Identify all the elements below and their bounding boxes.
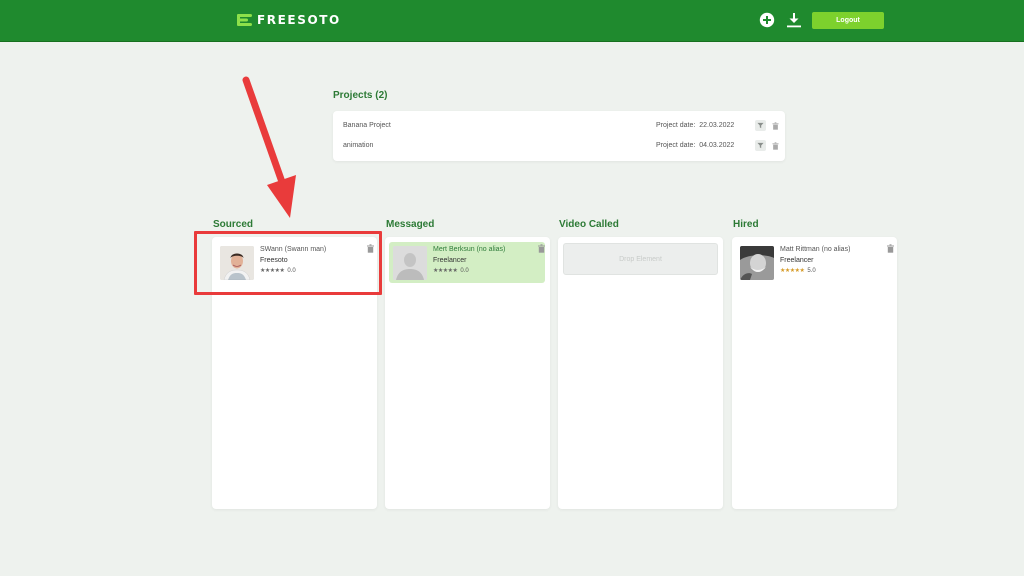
- annotation-arrow-icon: [242, 76, 296, 218]
- candidate-card[interactable]: Mert Berksun (no alias) Freelancer ★★★★★…: [389, 242, 545, 283]
- filter-icon: [757, 122, 764, 129]
- rating-stars-icon: ★★★★★: [433, 268, 458, 274]
- filter-button[interactable]: [755, 120, 766, 131]
- rating-value: 5.0: [807, 267, 816, 274]
- logo-text: FREESOTO: [257, 13, 341, 27]
- candidate-name[interactable]: Matt Rittman (no alias): [780, 246, 850, 253]
- filter-button[interactable]: [755, 140, 766, 151]
- trash-icon: [772, 121, 779, 130]
- candidate-rating: ★★★★★ 0.0: [433, 267, 469, 275]
- project-name[interactable]: animation: [343, 142, 373, 149]
- column-title-messaged: Messaged: [386, 219, 435, 230]
- project-name[interactable]: Banana Project: [343, 122, 391, 129]
- project-date-label: Project date: 04.03.2022: [656, 142, 734, 149]
- download-icon[interactable]: [786, 12, 802, 28]
- column-video-called[interactable]: Drop Element: [558, 237, 723, 509]
- avatar: [740, 246, 774, 280]
- column-hired[interactable]: Matt Rittman (no alias) Freelancer ★★★★★…: [732, 237, 897, 509]
- candidate-name[interactable]: Mert Berksun (no alias): [433, 246, 505, 253]
- logout-button[interactable]: Logout: [812, 12, 884, 29]
- filter-icon: [757, 142, 764, 149]
- candidate-role: Freelancer: [780, 257, 814, 264]
- delete-candidate-icon[interactable]: [886, 244, 895, 253]
- trash-icon: [772, 141, 779, 150]
- projects-title: Projects (2): [333, 90, 388, 101]
- delete-project-button[interactable]: [770, 120, 781, 131]
- project-date-label: Project date: 22.03.2022: [656, 122, 734, 129]
- candidate-role: Freelancer: [433, 257, 467, 264]
- project-row[interactable]: animation Project date: 04.03.2022: [333, 137, 785, 157]
- annotation-highlight-box: [194, 231, 382, 295]
- avatar-placeholder: [393, 246, 427, 280]
- rating-stars-icon: ★★★★★: [780, 268, 805, 274]
- candidate-card[interactable]: Matt Rittman (no alias) Freelancer ★★★★★…: [736, 242, 895, 283]
- delete-project-button[interactable]: [770, 140, 781, 151]
- project-date: 22.03.2022: [699, 122, 735, 129]
- top-navigation-bar: FREESOTO Logout: [0, 0, 1024, 42]
- delete-candidate-icon[interactable]: [537, 244, 546, 253]
- column-title-video-called: Video Called: [559, 219, 619, 230]
- rating-value: 0.0: [460, 267, 469, 274]
- project-row[interactable]: Banana Project Project date: 22.03.2022: [333, 117, 785, 137]
- column-title-hired: Hired: [733, 219, 759, 230]
- projects-list: Banana Project Project date: 22.03.2022 …: [333, 111, 785, 161]
- logo-mark-icon: [237, 14, 252, 26]
- freesoto-logo[interactable]: FREESOTO: [236, 12, 341, 28]
- add-icon[interactable]: [759, 12, 775, 28]
- date-label: Project date:: [656, 142, 696, 149]
- column-messaged[interactable]: Mert Berksun (no alias) Freelancer ★★★★★…: [385, 237, 550, 509]
- candidate-rating: ★★★★★ 5.0: [780, 267, 816, 275]
- date-label: Project date:: [656, 122, 696, 129]
- project-date: 04.03.2022: [699, 142, 735, 149]
- drop-zone[interactable]: Drop Element: [563, 243, 718, 275]
